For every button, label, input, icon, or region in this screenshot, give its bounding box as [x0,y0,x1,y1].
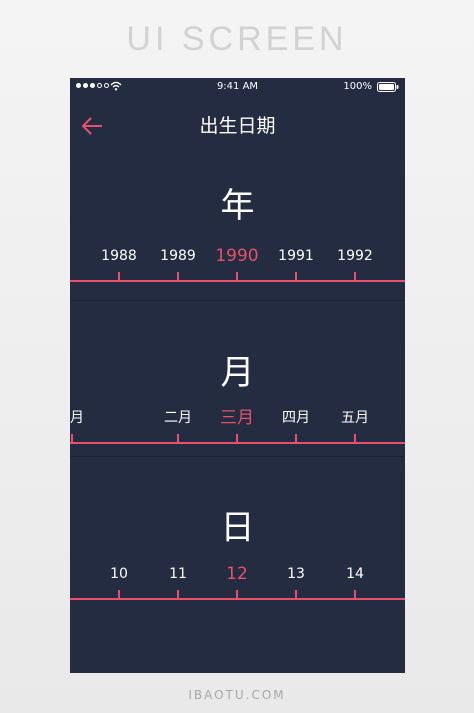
year-picker-option[interactable]: 1989 [148,246,208,266]
ruler-tick [71,434,73,443]
year-picker-option[interactable]: 1991 [266,246,326,266]
battery-percentage: 100% [343,81,372,92]
ruler-tick [177,434,179,443]
year-picker-title: 年 [220,186,255,226]
day-picker-option[interactable]: 12 [207,564,267,584]
ruler-tick [354,590,356,599]
phone-screen: 9:41 AM 100% 出生日期 年 1988 1989 1990 1991 1992… [70,78,405,673]
year-picker-option[interactable]: 1990 [207,246,267,266]
month-picker-option[interactable]: 五月 [325,408,385,428]
month-picker-option[interactable]: 四月 [266,408,326,428]
day-picker-option[interactable]: 10 [89,564,149,584]
ruler-tick [177,590,179,599]
day-picker-option[interactable]: 13 [266,564,326,584]
month-picker-option[interactable]: 二月 [148,408,208,428]
status-bar: 9:41 AM 100% [70,78,405,96]
navigation-bar: 出生日期 [70,108,405,144]
ruler-tick [118,590,120,599]
section-divider [70,456,405,457]
ruler-tick [295,590,297,599]
page-title: 出生日期 [199,115,276,137]
section-divider [70,300,405,301]
year-picker-option[interactable]: 1988 [89,246,149,266]
page-footer: IBAOTU.COM [188,688,286,702]
year-picker[interactable]: 1988 1989 1990 1991 1992 [70,246,405,290]
month-picker-option[interactable]: 三月 [207,408,267,428]
ruler-tick [236,590,238,599]
page-header-title: UI SCREEN [126,20,348,58]
battery-icon [377,82,399,92]
year-picker-option[interactable]: 1992 [325,246,385,266]
month-picker[interactable]: 月二月 三月 四月 五月 [70,408,405,452]
month-picker-title: 月 [220,353,255,393]
ruler-tick [295,272,297,281]
month-picker-option[interactable]: 月 [70,408,130,428]
day-picker-option[interactable]: 11 [148,564,208,584]
ruler-tick [354,434,356,443]
ruler-tick [236,272,238,281]
ruler-tick [295,434,297,443]
day-picker[interactable]: 10 11 12 13 14 [70,564,405,608]
ruler-tick [354,272,356,281]
ruler-tick [118,272,120,281]
ruler-tick [177,272,179,281]
day-picker-option[interactable]: 14 [325,564,385,584]
day-picker-title: 日 [220,508,255,548]
ruler-tick [236,434,238,443]
